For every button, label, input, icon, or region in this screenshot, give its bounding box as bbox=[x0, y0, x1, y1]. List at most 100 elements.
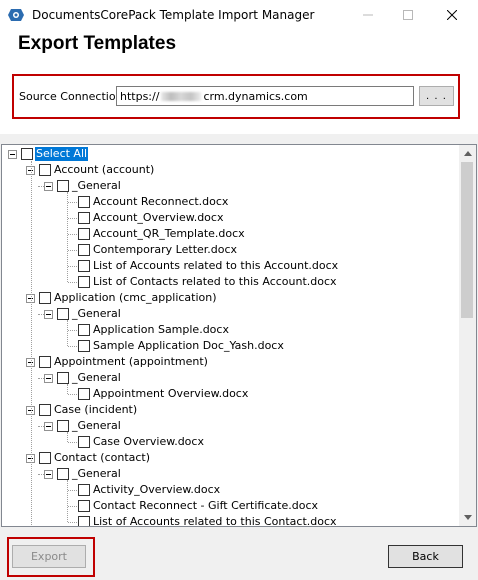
checkbox[interactable] bbox=[57, 420, 69, 432]
checkbox[interactable] bbox=[78, 212, 90, 224]
tree-item-label: Account_Overview.docx bbox=[93, 211, 224, 224]
checkbox[interactable] bbox=[78, 484, 90, 496]
tree-connector-horizontal bbox=[68, 522, 77, 523]
minimize-button[interactable] bbox=[346, 0, 390, 30]
tree-item-label: _General bbox=[72, 179, 121, 192]
tree-item-file[interactable]: Account_Overview.docx bbox=[78, 210, 224, 226]
tree-item-file[interactable]: Case Overview.docx bbox=[78, 434, 205, 450]
tree-connector-horizontal bbox=[38, 186, 44, 187]
tree-item-file[interactable]: Appointment Overview.docx bbox=[78, 386, 249, 402]
tree-item-label: _General bbox=[72, 307, 121, 320]
tree-item-entity[interactable]: Contact (contact) bbox=[26, 450, 151, 466]
header: Export Templates bbox=[0, 30, 478, 64]
checkbox[interactable] bbox=[57, 180, 69, 192]
tree-connector-vertical bbox=[67, 480, 68, 522]
chevron-up-icon bbox=[463, 151, 472, 156]
footer: Export Back bbox=[0, 527, 478, 580]
checkbox[interactable] bbox=[78, 436, 90, 448]
expand-collapse-icon[interactable] bbox=[44, 373, 53, 383]
checkbox[interactable] bbox=[39, 164, 51, 176]
tree-connector-vertical bbox=[67, 192, 68, 282]
tree-connector-horizontal bbox=[68, 394, 77, 395]
checkbox[interactable] bbox=[78, 228, 90, 240]
template-tree[interactable]: Select All Account (account) _General Accou… bbox=[1, 144, 477, 527]
tree-item-label: List of Accounts related to this Contact… bbox=[93, 515, 337, 527]
checkbox[interactable] bbox=[57, 468, 69, 480]
tree-connector-vertical bbox=[31, 161, 32, 526]
checkbox[interactable] bbox=[78, 196, 90, 208]
checkbox[interactable] bbox=[78, 244, 90, 256]
checkbox[interactable] bbox=[57, 372, 69, 384]
tree-item-folder[interactable]: _General bbox=[44, 466, 122, 482]
maximize-button[interactable] bbox=[386, 0, 430, 30]
source-connection-input[interactable]: https:// crm.dynamics.com bbox=[116, 86, 414, 106]
tree-connector-vertical bbox=[67, 432, 68, 442]
tree-item-select-all[interactable]: Select All bbox=[8, 146, 89, 162]
tree-item-file[interactable]: Sample Application Doc_Yash.docx bbox=[78, 338, 285, 354]
checkbox[interactable] bbox=[78, 276, 90, 288]
tree-item-label: Application Sample.docx bbox=[93, 323, 229, 336]
checkbox[interactable] bbox=[78, 324, 90, 336]
tree-item-file[interactable]: List of Accounts related to this Account… bbox=[78, 258, 339, 274]
export-button[interactable]: Export bbox=[12, 545, 86, 568]
tree-item-label: Appointment Overview.docx bbox=[93, 387, 249, 400]
tree-item-folder[interactable]: _General bbox=[44, 370, 122, 386]
tree-item-label: Contact (contact) bbox=[54, 451, 151, 464]
tree-item-file[interactable]: List of Contacts related to this Account… bbox=[78, 274, 338, 290]
checkbox[interactable] bbox=[78, 388, 90, 400]
tree-connector-horizontal bbox=[68, 330, 77, 331]
tree-item-folder[interactable]: _General bbox=[44, 418, 122, 434]
tree-item-entity[interactable]: Account (account) bbox=[26, 162, 155, 178]
vertical-scrollbar[interactable] bbox=[459, 145, 476, 526]
checkbox[interactable] bbox=[39, 452, 51, 464]
tree-item-label: Sample Application Doc_Yash.docx bbox=[93, 339, 284, 352]
checkbox[interactable] bbox=[39, 292, 51, 304]
browse-button[interactable]: . . . bbox=[419, 86, 454, 106]
checkbox[interactable] bbox=[78, 260, 90, 272]
window-title: DocumentsCorePack Template Import Manage… bbox=[32, 8, 315, 22]
chevron-down-icon bbox=[463, 515, 472, 520]
tree-item-entity[interactable]: Case (incident) bbox=[26, 402, 138, 418]
tree-item-entity[interactable]: Application (cmc_application) bbox=[26, 290, 218, 306]
expand-collapse-icon[interactable] bbox=[44, 309, 53, 319]
tree-item-entity[interactable]: Appointment (appointment) bbox=[26, 354, 209, 370]
scroll-up-button[interactable] bbox=[459, 145, 476, 162]
scroll-thumb[interactable] bbox=[461, 162, 473, 318]
expand-collapse-icon[interactable] bbox=[44, 181, 53, 191]
tree-item-folder[interactable]: _General bbox=[44, 178, 122, 194]
checkbox[interactable] bbox=[78, 500, 90, 512]
url-prefix: https:// bbox=[120, 89, 160, 103]
tree-item-file[interactable]: Account Reconnect.docx bbox=[78, 194, 229, 210]
tree-item-file[interactable]: List of Accounts related to this Contact… bbox=[78, 514, 338, 527]
tree-item-file[interactable]: Contemporary Letter.docx bbox=[78, 242, 238, 258]
checkbox[interactable] bbox=[78, 340, 90, 352]
tree-item-label: Account_QR_Template.docx bbox=[93, 227, 245, 240]
tree-item-folder[interactable]: _General bbox=[44, 306, 122, 322]
scroll-down-button[interactable] bbox=[459, 509, 476, 526]
tree-connector-horizontal bbox=[68, 218, 77, 219]
tree-item-label: _General bbox=[72, 419, 121, 432]
close-icon bbox=[447, 10, 457, 20]
tree-item-file[interactable]: Contact Reconnect - Gift Certificate.doc… bbox=[78, 498, 319, 514]
tree-item-label: Account Reconnect.docx bbox=[93, 195, 229, 208]
checkbox[interactable] bbox=[57, 308, 69, 320]
checkbox[interactable] bbox=[78, 516, 90, 526]
tree-connector-horizontal bbox=[68, 282, 77, 283]
expand-collapse-icon[interactable] bbox=[44, 469, 53, 479]
tree-item-label: List of Contacts related to this Account… bbox=[93, 275, 337, 288]
expand-collapse-icon[interactable] bbox=[44, 421, 53, 431]
tree-item-file[interactable]: Account_QR_Template.docx bbox=[78, 226, 246, 242]
tree-item-file[interactable]: Application Sample.docx bbox=[78, 322, 230, 338]
tree-connector-vertical bbox=[67, 384, 68, 394]
close-button[interactable] bbox=[430, 0, 474, 30]
checkbox[interactable] bbox=[39, 356, 51, 368]
checkbox[interactable] bbox=[39, 404, 51, 416]
tree-item-file[interactable]: Activity_Overview.docx bbox=[78, 482, 221, 498]
tree-item-label: List of Accounts related to this Account… bbox=[93, 259, 339, 272]
tree-item-label: Contact Reconnect - Gift Certificate.doc… bbox=[93, 499, 318, 512]
expand-collapse-icon[interactable] bbox=[8, 149, 17, 159]
checkbox[interactable] bbox=[21, 148, 33, 160]
tree-connector-vertical bbox=[67, 320, 68, 346]
back-button[interactable]: Back bbox=[388, 545, 463, 568]
redacted-segment bbox=[161, 91, 202, 101]
